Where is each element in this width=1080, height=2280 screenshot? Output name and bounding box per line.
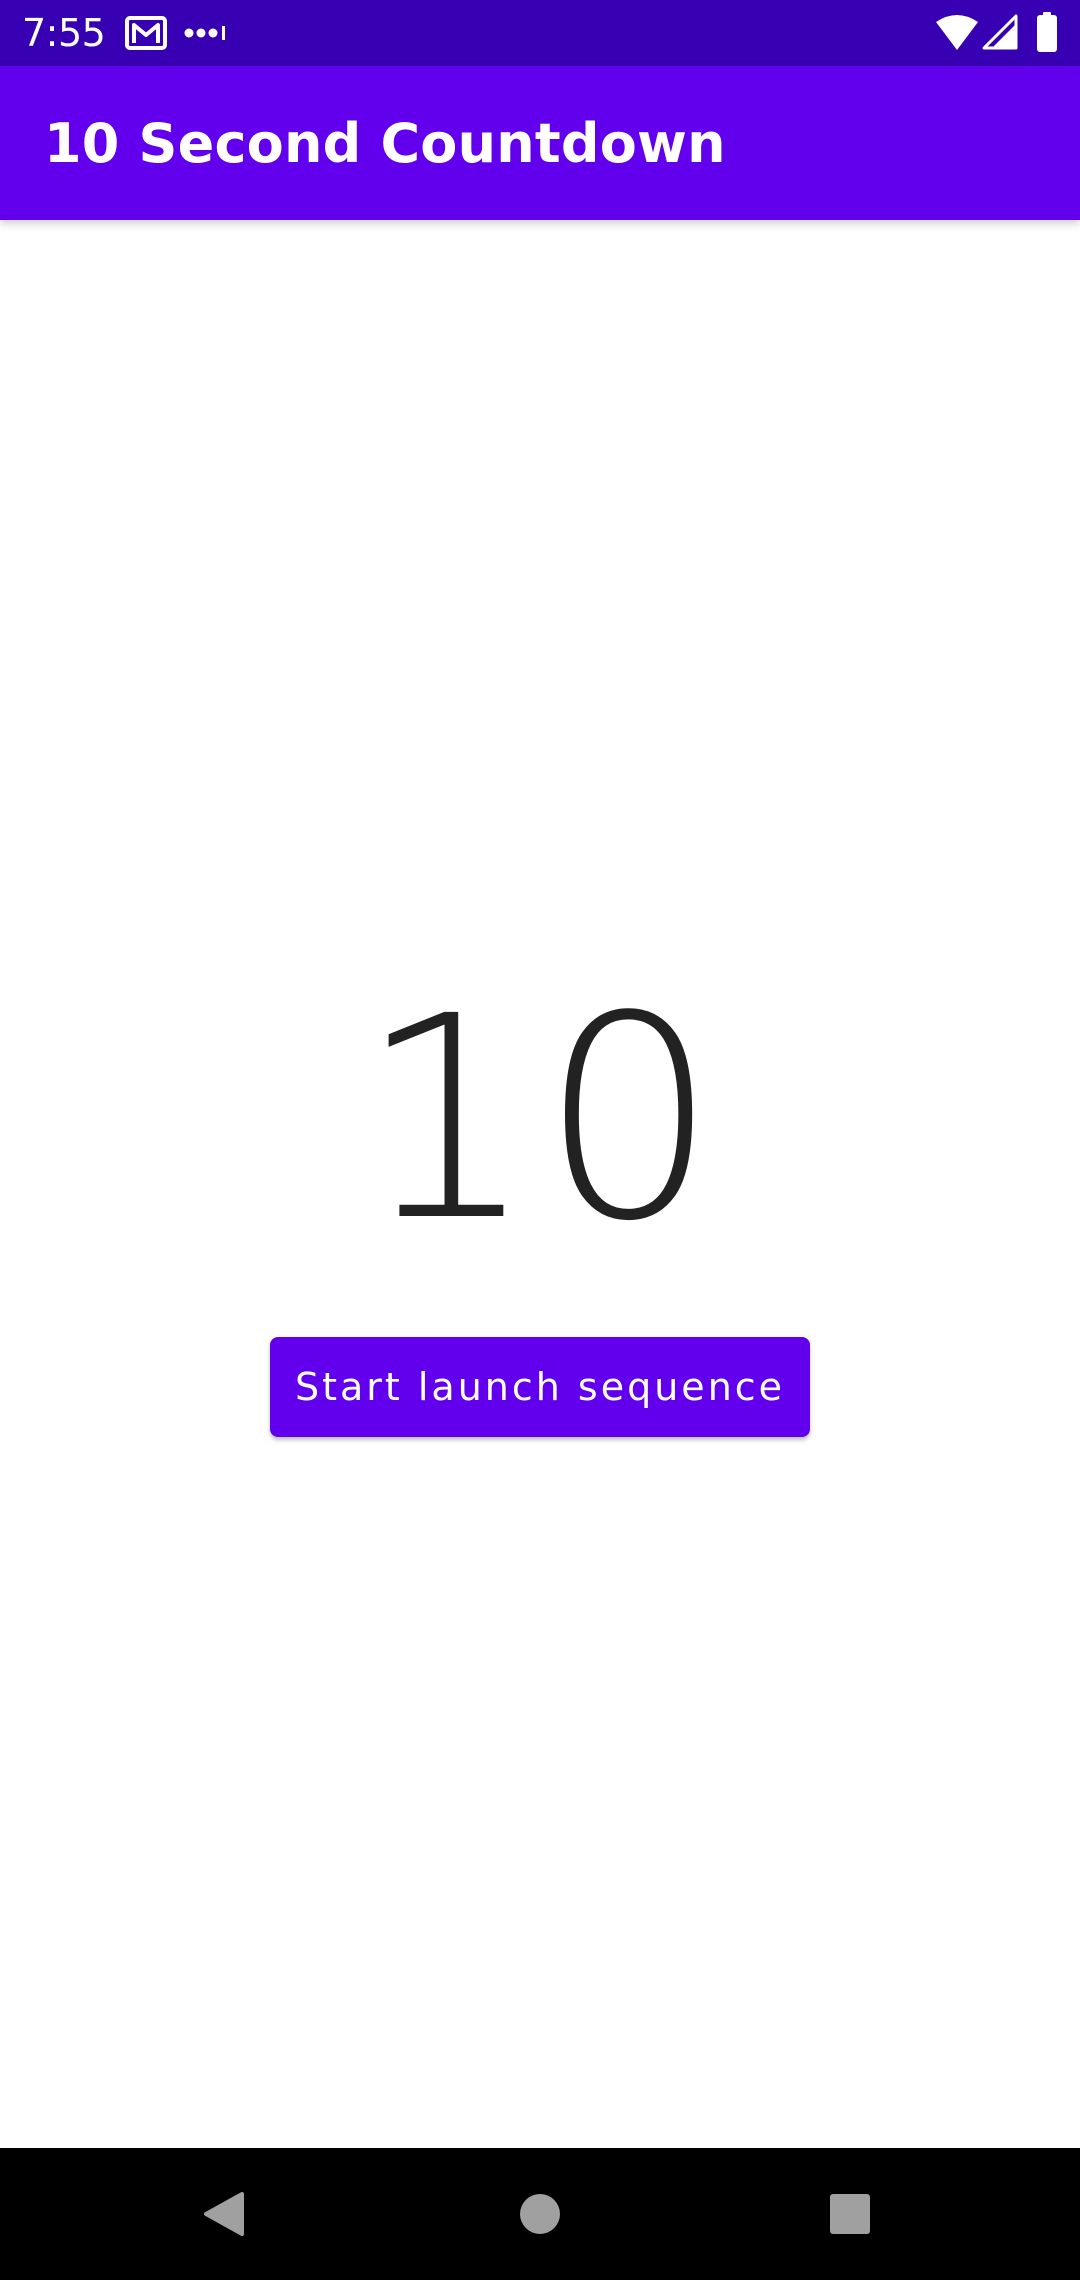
battery-icon [1037,12,1057,52]
countdown-display: 10 [357,957,723,1283]
home-icon[interactable] [518,2192,562,2236]
main-content: 10 Start launch sequence [0,220,1080,2148]
wifi-icon [936,15,978,50]
status-time: 7:55 [22,11,106,55]
recents-icon[interactable] [829,2193,871,2235]
more-notifications-icon [184,26,225,40]
status-bar: 7:55 [0,0,1080,66]
start-launch-button[interactable]: Start launch sequence [270,1337,810,1437]
back-icon[interactable] [202,2190,246,2238]
app-bar: 10 Second Countdown [0,66,1080,220]
app-title: 10 Second Countdown [44,112,726,175]
signal-icon [982,14,1018,50]
gmail-icon [125,16,167,50]
navigation-bar [0,2148,1080,2280]
